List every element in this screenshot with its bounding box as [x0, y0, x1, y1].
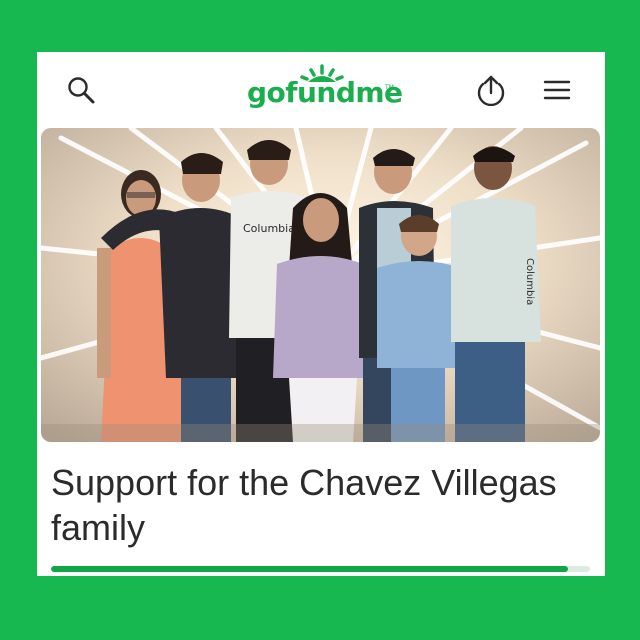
shirt-brand-text: Columbia: [243, 222, 295, 235]
trademark-mark: TM: [385, 84, 394, 91]
fundraising-progress-bar: [51, 566, 590, 572]
share-button[interactable]: [473, 72, 509, 108]
menu-icon: [543, 80, 571, 100]
progress-fill: [51, 566, 569, 572]
menu-button[interactable]: [539, 72, 575, 108]
search-icon: [68, 77, 95, 104]
campaign-hero-photo[interactable]: Columbia Columbia: [41, 128, 600, 442]
app-header: gofundme TM: [37, 52, 605, 126]
logo-wordmark: gofundme: [247, 76, 403, 109]
search-button[interactable]: [63, 72, 99, 108]
sleeve-brand-text: Columbia: [524, 258, 535, 305]
campaign-title[interactable]: Support for the Chavez Villegas family: [51, 460, 591, 550]
gofundme-logo[interactable]: gofundme TM: [247, 64, 403, 114]
share-icon: [477, 75, 505, 106]
family-photo: Columbia Columbia: [41, 128, 600, 442]
campaign-card: gofundme TM Columbia Columbia Support fo…: [37, 52, 605, 576]
